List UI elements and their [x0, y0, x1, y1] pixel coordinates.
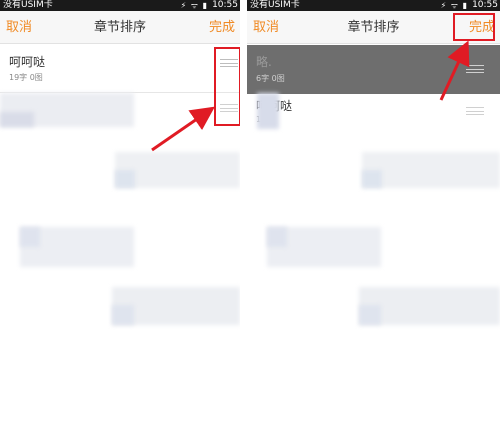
annotation-arrows: [151, 40, 470, 152]
arrow-to-drag-handles: [151, 106, 215, 152]
arrow-to-done-button: [439, 40, 470, 101]
